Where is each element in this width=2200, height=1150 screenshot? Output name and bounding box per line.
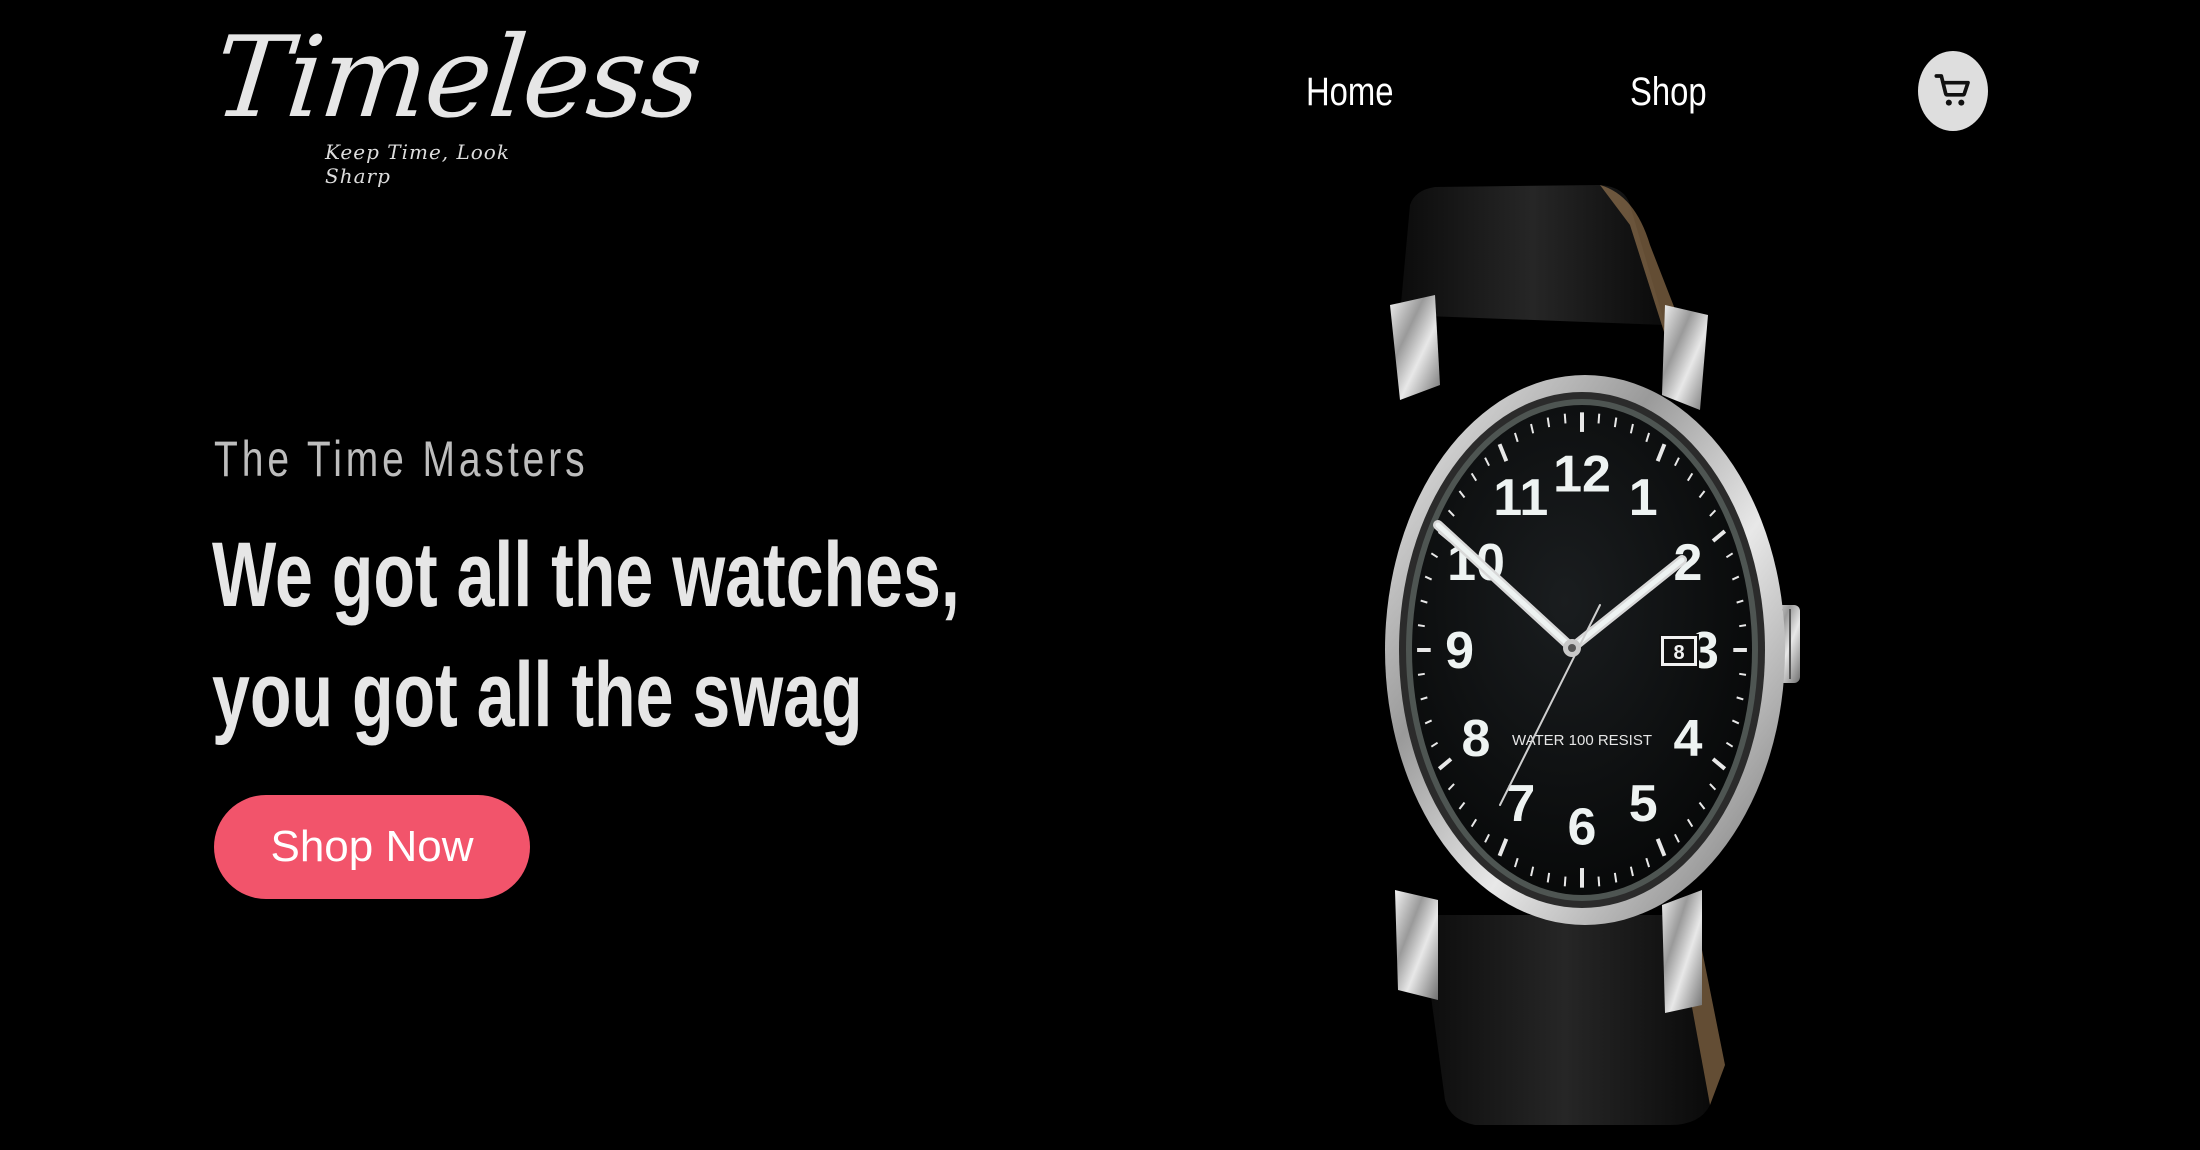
cart-button[interactable] — [1918, 51, 1988, 131]
nav-shop-link[interactable]: Shop — [1630, 70, 1707, 115]
hero-headline-line-2: you got all the swag — [212, 644, 863, 746]
dial-tick — [1613, 417, 1618, 428]
hero-headline: We got all the watches, you got all the … — [212, 515, 960, 755]
dial-tick — [1546, 417, 1551, 428]
dial-numeral: 4 — [1674, 710, 1703, 768]
dial-tick — [1563, 413, 1567, 424]
brand-logo[interactable]: Timeless Keep Time, Look Sharp — [208, 13, 706, 188]
dial-numeral: 9 — [1445, 622, 1474, 680]
dial-numeral: 12 — [1553, 446, 1611, 504]
hero-headline-line-1: We got all the watches, — [212, 524, 960, 626]
brand-tagline: Keep Time, Look Sharp — [325, 140, 510, 188]
brand-name: Timeless — [208, 13, 706, 143]
nav-home-link[interactable]: Home — [1306, 70, 1393, 115]
dial-numeral: 8 — [1462, 710, 1491, 768]
shop-now-button[interactable]: Shop Now — [214, 795, 530, 899]
dial-tick — [1613, 872, 1618, 883]
dial-tick — [1563, 876, 1567, 887]
dial-tick — [1417, 624, 1425, 628]
dial-numeral: 11 — [1493, 469, 1548, 527]
dial-tick — [1546, 872, 1551, 883]
dial-tick — [1739, 624, 1747, 628]
dial-tick — [1597, 876, 1601, 887]
date-window: 8 — [1673, 642, 1684, 664]
dial-numeral: 6 — [1568, 798, 1597, 856]
watch-image: 121234567891011 8 WATER 100 RESIST — [1385, 185, 1800, 1125]
dial-numeral: 1 — [1629, 469, 1658, 527]
dial-tick — [1597, 413, 1601, 424]
hero-eyebrow: The Time Masters — [214, 431, 589, 487]
cart-icon — [1934, 74, 1970, 106]
dial-numeral: 5 — [1629, 775, 1658, 833]
dial-tick — [1417, 672, 1425, 676]
dial-tick — [1739, 672, 1747, 676]
